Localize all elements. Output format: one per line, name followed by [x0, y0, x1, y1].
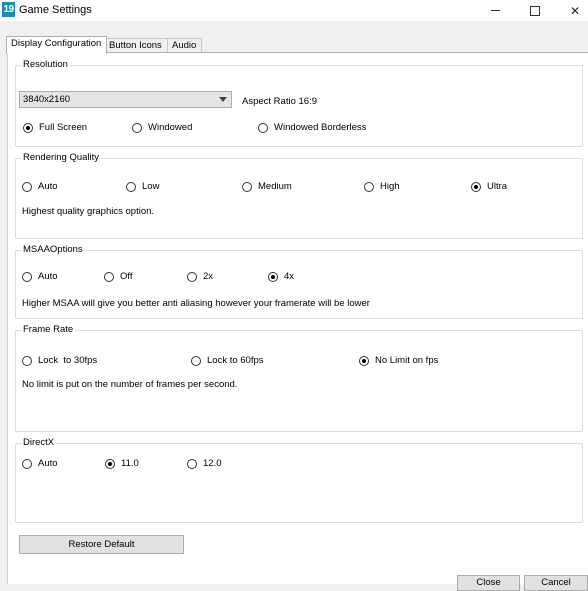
app-icon: 19 — [2, 2, 15, 17]
radio-label: 12.0 — [203, 458, 222, 469]
radio-indicator — [126, 181, 136, 192]
radio-indicator — [258, 122, 268, 133]
radio-directx-12[interactable]: 12.0 — [187, 458, 222, 469]
tab-display-configuration[interactable]: Display Configuration — [6, 36, 107, 54]
maximize-icon — [530, 5, 540, 16]
minimize-icon — [490, 10, 500, 11]
radio-indicator — [191, 355, 201, 366]
radio-indicator — [22, 355, 32, 366]
radio-label: 11.0 — [121, 458, 139, 469]
radio-quality-ultra[interactable]: Ultra — [471, 181, 507, 192]
window-title: Game Settings — [19, 4, 92, 16]
radio-label: Ultra — [487, 181, 508, 192]
rendering-quality-group: Rendering Quality — [15, 152, 583, 239]
radio-label: Windowed Borderless — [274, 122, 367, 133]
radio-quality-high[interactable]: High — [364, 181, 400, 192]
radio-label: Full Screen — [39, 122, 88, 133]
resolution-legend: Resolution — [21, 59, 70, 71]
radio-msaa-2x[interactable]: 2x — [187, 271, 213, 282]
radio-indicator — [22, 181, 32, 192]
radio-indicator — [22, 458, 32, 469]
msaa-options-legend: MSAAOptions — [21, 244, 85, 256]
close-icon: ✕ — [569, 3, 581, 18]
radio-label: Auto — [38, 271, 58, 282]
radio-lock-30fps[interactable]: Lock to 30fps — [22, 355, 97, 366]
frame-rate-legend: Frame Rate — [21, 324, 76, 336]
radio-indicator — [268, 271, 278, 282]
frame-rate-description: No limit is put on the number of frames … — [22, 379, 238, 390]
aspect-ratio-label: Aspect Ratio 16:9 — [242, 96, 317, 107]
radio-label: Low — [142, 181, 160, 192]
radio-label: Medium — [258, 181, 292, 192]
tab-button-icons[interactable]: Button Icons — [104, 38, 168, 53]
radio-msaa-4x[interactable]: 4x — [268, 271, 294, 282]
close-button[interactable]: Close — [457, 575, 520, 591]
msaa-description: Higher MSAA will give you better anti al… — [22, 298, 370, 309]
radio-label: 2x — [203, 271, 214, 282]
radio-indicator — [359, 355, 369, 366]
radio-indicator — [187, 458, 197, 469]
radio-windowed-borderless[interactable]: Windowed Borderless — [258, 122, 366, 133]
radio-indicator — [242, 181, 252, 192]
radio-label: High — [380, 181, 400, 192]
rendering-quality-description: Highest quality graphics option. — [22, 206, 155, 217]
radio-indicator — [104, 271, 114, 282]
radio-indicator — [471, 181, 481, 192]
radio-no-limit-fps[interactable]: No Limit on fps — [359, 355, 438, 366]
radio-label: Auto — [38, 458, 58, 469]
radio-full-screen[interactable]: Full Screen — [23, 122, 87, 133]
radio-indicator — [22, 271, 32, 282]
resolution-select-value: 3840x2160 — [23, 94, 71, 105]
restore-default-button[interactable]: Restore Default — [19, 535, 184, 554]
radio-indicator — [132, 122, 142, 133]
close-window-button[interactable]: ✕ — [555, 0, 588, 21]
radio-lock-60fps[interactable]: Lock to 60fps — [191, 355, 264, 366]
radio-quality-auto[interactable]: Auto — [22, 181, 58, 192]
radio-indicator — [23, 122, 33, 133]
radio-directx-11[interactable]: 11.0 — [105, 458, 139, 469]
radio-label: 4x — [284, 271, 295, 282]
resolution-select[interactable]: 3840x2160 — [19, 91, 232, 108]
radio-indicator — [364, 181, 374, 192]
directx-legend: DirectX — [21, 437, 57, 449]
radio-label: Lock to 60fps — [207, 355, 264, 366]
radio-indicator — [187, 271, 197, 282]
radio-quality-low[interactable]: Low — [126, 181, 159, 192]
cancel-button[interactable]: Cancel — [524, 575, 588, 591]
radio-directx-auto[interactable]: Auto — [22, 458, 58, 469]
radio-indicator — [105, 458, 115, 469]
radio-msaa-auto[interactable]: Auto — [22, 271, 58, 282]
radio-windowed[interactable]: Windowed — [132, 122, 192, 133]
title-bar: 19 Game Settings ✕ — [0, 0, 588, 21]
radio-quality-medium[interactable]: Medium — [242, 181, 292, 192]
radio-msaa-off[interactable]: Off — [104, 271, 133, 282]
tab-audio[interactable]: Audio — [167, 38, 202, 53]
radio-label: No Limit on fps — [375, 355, 439, 366]
radio-label: Off — [120, 271, 133, 282]
maximize-button[interactable] — [515, 0, 555, 21]
minimize-button[interactable] — [475, 0, 515, 21]
directx-group: DirectX — [15, 437, 583, 523]
chevron-down-icon — [219, 97, 227, 102]
radio-label: Windowed — [148, 122, 193, 133]
rendering-quality-legend: Rendering Quality — [21, 152, 102, 164]
radio-label: Lock to 30fps — [38, 355, 98, 366]
radio-label: Auto — [38, 181, 58, 192]
